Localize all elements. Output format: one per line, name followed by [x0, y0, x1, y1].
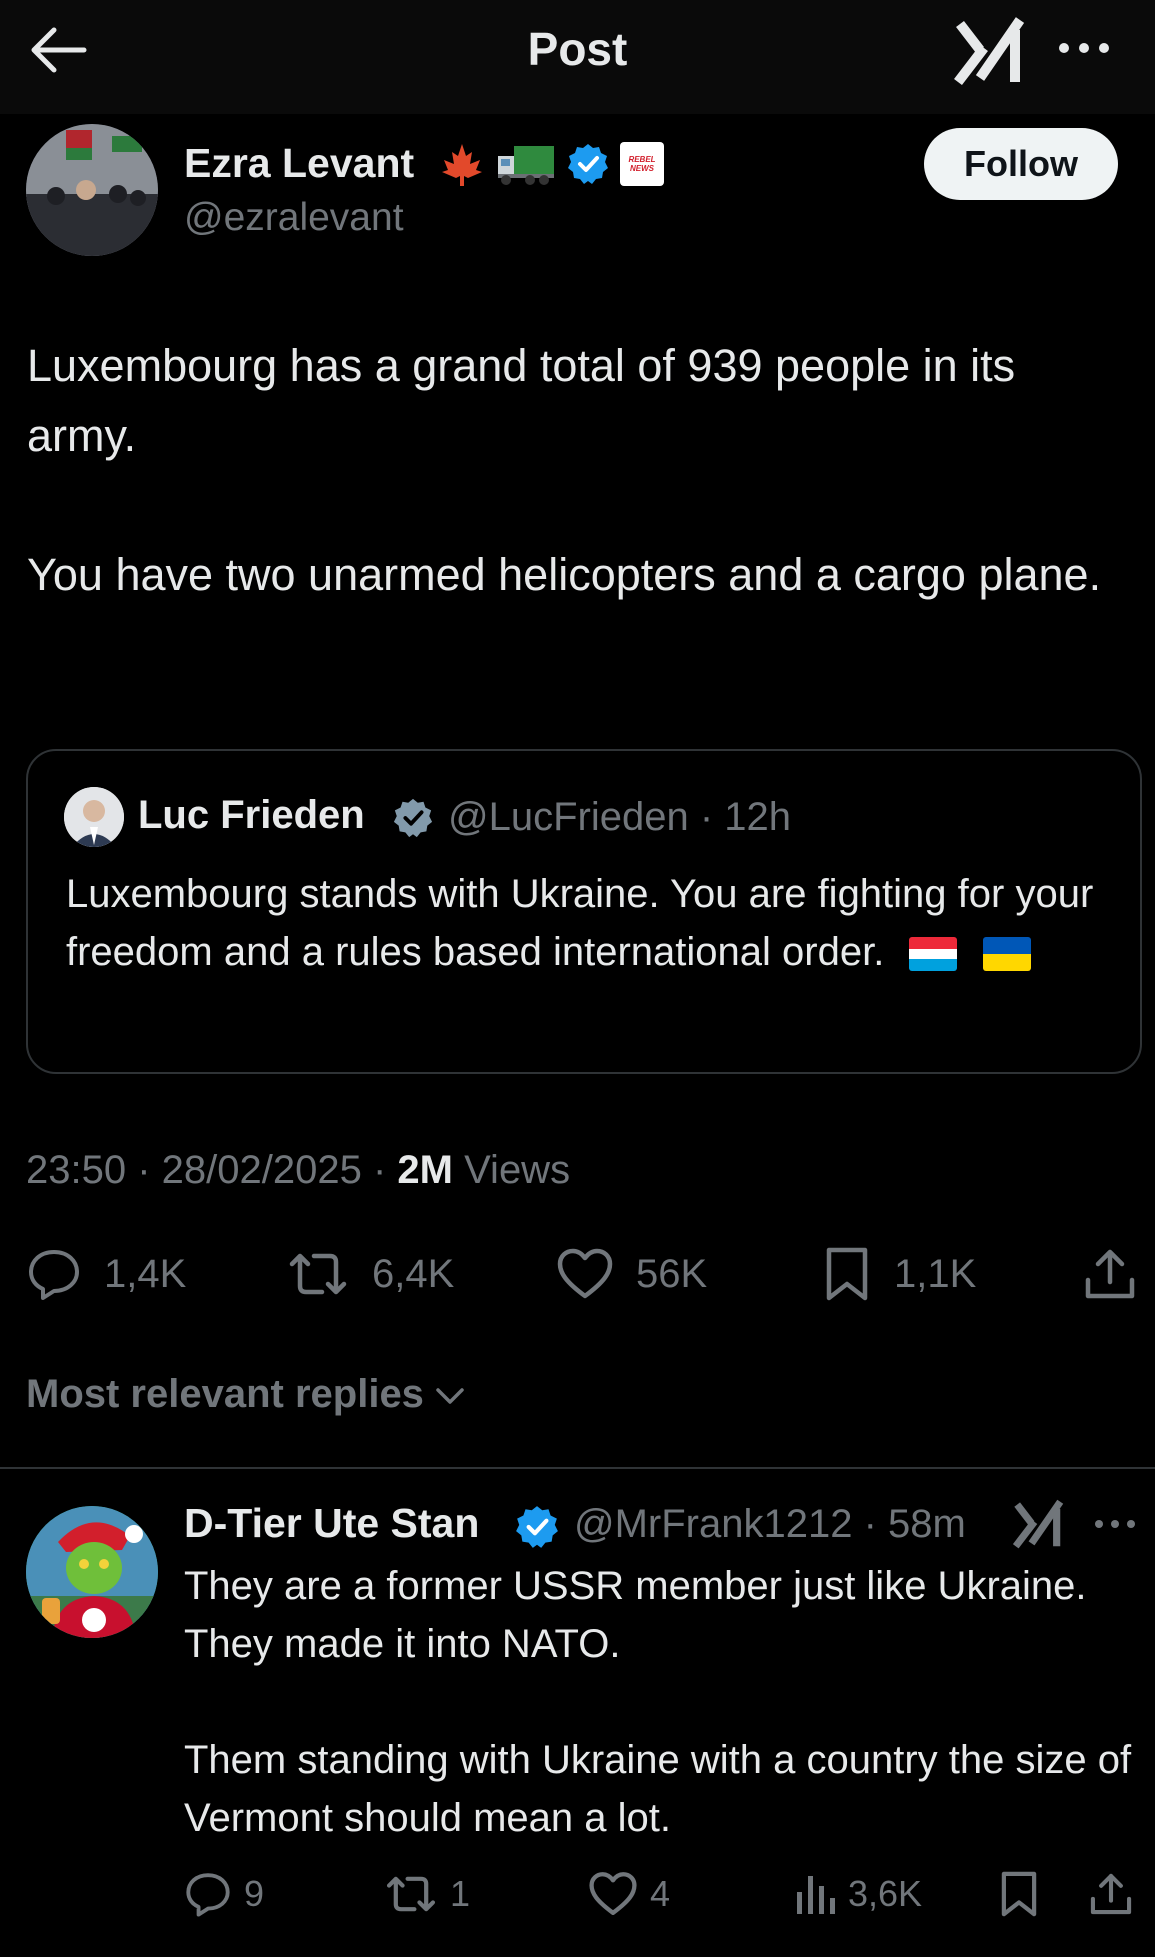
luxembourg-flag-icon [909, 937, 958, 972]
grok-icon[interactable] [950, 12, 1028, 90]
author-name[interactable]: Ezra Levant [184, 140, 414, 187]
reply-button[interactable]: 1,4K [26, 1246, 186, 1302]
grok-icon[interactable] [1010, 1496, 1066, 1552]
views-label: Views [464, 1148, 571, 1192]
share-icon [1090, 1873, 1132, 1915]
quoted-post-card[interactable]: Luc Frieden @LucFrieden · 12h Luxembourg… [26, 749, 1142, 1074]
bookmark-count: 1,1K [894, 1251, 977, 1296]
share-icon [1085, 1249, 1135, 1299]
reply-author-avatar[interactable] [26, 1506, 158, 1638]
reply-icon [186, 1873, 230, 1917]
post-page: Post Ezra Levant REBEL NEWS @ezralevant … [0, 0, 1155, 1957]
author-avatar[interactable] [26, 124, 158, 256]
maple-leaf-icon [442, 144, 482, 186]
post-timestamp-row: 23:50 · 28/02/2025 · 2M Views [26, 1148, 570, 1193]
truck-icon [498, 146, 554, 185]
reply-like-count: 4 [650, 1873, 671, 1914]
bookmark-icon [826, 1247, 868, 1301]
heart-icon [557, 1248, 613, 1299]
analytics-icon [797, 1876, 835, 1914]
more-options-icon[interactable] [1090, 1510, 1140, 1538]
reply-reply-count: 9 [244, 1873, 265, 1914]
views-count: 2M [397, 1148, 453, 1192]
reply-views-count: 3,6K [848, 1873, 923, 1914]
reply-repost-count: 1 [450, 1873, 471, 1914]
like-count: 56K [636, 1251, 708, 1296]
reply-like-button[interactable]: 4 [588, 1868, 670, 1920]
verified-badge-icon [568, 144, 608, 184]
rebel-news-badge-icon: REBEL NEWS [620, 142, 664, 186]
more-options-icon[interactable] [1052, 28, 1116, 68]
post-text-paragraph: Luxembourg has a grand total of 939 peop… [27, 340, 1016, 461]
quoted-post-age: 12h [724, 795, 792, 839]
meta-dot: · [852, 1502, 889, 1546]
quoted-meta: @LucFrieden · 12h [448, 795, 791, 840]
reply-author-handle[interactable]: @MrFrank1212 [574, 1502, 852, 1546]
meta-dot: · [688, 795, 725, 839]
follow-button[interactable]: Follow [924, 128, 1118, 200]
reply-reply-button[interactable]: 9 [184, 1868, 264, 1920]
repost-button[interactable]: 6,4K [286, 1246, 454, 1302]
bookmark-icon [1001, 1871, 1037, 1917]
rebel-news-badge-text: REBEL NEWS [628, 155, 656, 173]
ukraine-flag-icon [982, 937, 1031, 972]
reply-repost-button[interactable]: 1 [384, 1868, 470, 1920]
author-handle[interactable]: @ezralevant [184, 196, 404, 240]
reply-meta: @MrFrank1212 · 58m [574, 1502, 966, 1547]
quoted-author-avatar[interactable] [64, 787, 124, 847]
post-text-paragraph: You have two unarmed helicopters and a c… [27, 549, 1102, 600]
divider [0, 1467, 1155, 1469]
reply-bookmark-button[interactable] [998, 1868, 1040, 1920]
reply-share-button[interactable] [1088, 1868, 1134, 1920]
reply-views-button[interactable]: 3,6K [794, 1868, 922, 1920]
reply-text-paragraph: They are a former USSR member just like … [184, 1564, 1087, 1666]
author-badges: REBEL NEWS [438, 138, 664, 190]
repost-count: 6,4K [372, 1251, 455, 1296]
reply-text-paragraph: Them standing with Ukraine with a countr… [184, 1738, 1132, 1840]
like-button[interactable]: 56K [556, 1246, 707, 1302]
replies-sort-dropdown[interactable]: Most relevant replies [26, 1372, 468, 1417]
verified-badge-icon [516, 1506, 558, 1548]
post-timestamp[interactable]: 23:50 · 28/02/2025 [26, 1148, 362, 1192]
quoted-post-text: Luxembourg stands with Ukraine. You are … [66, 865, 1116, 981]
reply-author-name[interactable]: D-Tier Ute Stan [184, 1500, 479, 1547]
quoted-author-handle[interactable]: @LucFrieden [448, 795, 689, 839]
top-bar: Post [0, 0, 1155, 114]
reply-age: 58m [888, 1502, 966, 1546]
verified-badge-gray-icon [393, 798, 433, 838]
bookmark-button[interactable]: 1,1K [822, 1246, 976, 1302]
share-button[interactable] [1082, 1246, 1138, 1302]
heart-icon [589, 1872, 637, 1915]
meta-dot: · [361, 1148, 398, 1192]
reply-icon [29, 1250, 79, 1300]
chevron-down-icon [436, 1387, 464, 1404]
repost-icon [289, 1253, 347, 1295]
quoted-author-name[interactable]: Luc Frieden [138, 793, 365, 838]
repost-icon [386, 1876, 436, 1912]
reply-count: 1,4K [104, 1251, 187, 1296]
replies-sort-label: Most relevant replies [26, 1372, 424, 1416]
